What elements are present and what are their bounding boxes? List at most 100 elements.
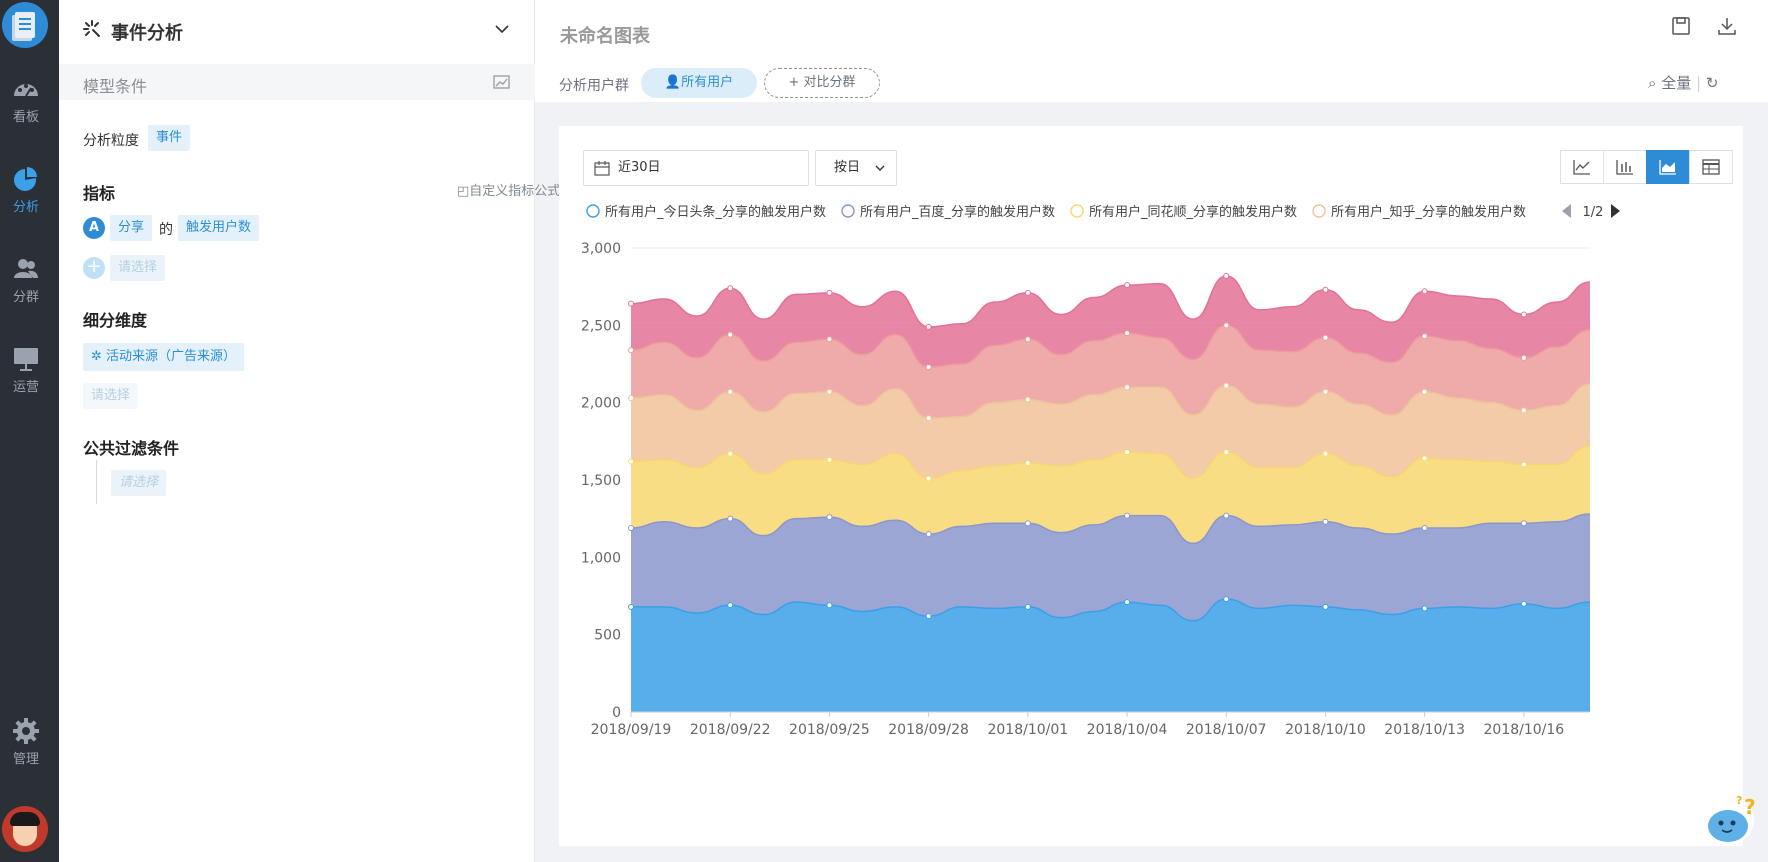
data-point[interactable] [1520, 520, 1527, 527]
nav-item-analysis[interactable]: 分析 [0, 166, 52, 215]
chevron-down-icon[interactable] [493, 20, 511, 38]
filter-select-placeholder[interactable]: 请选择 [111, 470, 167, 496]
data-point[interactable] [1322, 450, 1329, 457]
data-point[interactable] [826, 514, 833, 521]
data-point[interactable] [727, 602, 734, 609]
image-export-icon[interactable] [493, 74, 511, 90]
data-point[interactable] [1024, 459, 1031, 466]
data-point[interactable] [826, 602, 833, 609]
data-point[interactable] [1223, 272, 1230, 279]
compare-segment-button[interactable]: + 对比分群 [764, 68, 880, 98]
refresh-icon[interactable]: ↻ [1706, 74, 1719, 92]
dimension-select-placeholder[interactable]: 请选择 [83, 383, 139, 409]
data-point[interactable] [1124, 599, 1131, 606]
app-logo[interactable] [2, 2, 48, 48]
data-point[interactable] [727, 285, 734, 292]
nav-item-dashboard[interactable]: 看板 [0, 76, 52, 125]
data-point[interactable] [826, 336, 833, 343]
data-point[interactable] [1520, 600, 1527, 607]
data-point[interactable] [1223, 449, 1230, 456]
add-metric-icon[interactable]: + [83, 257, 105, 279]
legend-item[interactable]: 所有用户_知乎_分享的触发用户数 [1312, 204, 1526, 220]
data-point[interactable] [1024, 289, 1031, 296]
data-point[interactable] [1223, 512, 1230, 519]
legend-prev-icon[interactable] [1562, 204, 1571, 218]
data-point[interactable] [1322, 388, 1329, 395]
data-point[interactable] [628, 300, 634, 307]
data-point[interactable] [1024, 520, 1031, 527]
data-point[interactable] [727, 388, 734, 395]
data-point[interactable] [1223, 322, 1230, 329]
stacked-area-chart[interactable]: 0 500 1,000 1,500 2,000 2,500 3,000 2018/09/19 2… [559, 126, 1743, 846]
x-tick-label: 2018/10/13 [1384, 722, 1465, 738]
data-point[interactable] [628, 524, 634, 531]
data-point[interactable] [925, 613, 932, 620]
data-point[interactable] [1520, 311, 1527, 318]
data-point[interactable] [628, 395, 634, 402]
legend-item[interactable]: 所有用户_同花顺_分享的触发用户数 [1070, 204, 1297, 220]
legend-label: 所有用户_百度_分享的触发用户数 [860, 204, 1055, 220]
data-point[interactable] [925, 415, 932, 422]
data-point[interactable] [925, 475, 932, 482]
data-point[interactable] [628, 347, 634, 354]
data-point[interactable] [925, 531, 932, 538]
dimension-tag[interactable]: ✲ 活动来源（广告来源） [83, 343, 245, 371]
nav-item-admin[interactable]: 管理 [0, 718, 52, 767]
segment-label: 分析用户群 [559, 78, 629, 94]
granularity-tag[interactable]: 事件 [148, 125, 191, 151]
data-point[interactable] [1421, 455, 1428, 462]
data-point[interactable] [1124, 330, 1131, 337]
data-point[interactable] [1322, 286, 1329, 293]
chart-title[interactable]: 未命名图表 [560, 22, 650, 48]
user-avatar[interactable] [2, 806, 48, 852]
gear-icon [13, 718, 39, 744]
data-point[interactable] [1322, 603, 1329, 610]
data-point[interactable] [925, 364, 932, 371]
data-point[interactable] [925, 323, 932, 330]
data-point[interactable] [1520, 461, 1527, 468]
data-point[interactable] [727, 331, 734, 338]
data-point[interactable] [1322, 334, 1329, 341]
data-point[interactable] [727, 515, 734, 522]
legend-label: 所有用户_知乎_分享的触发用户数 [1331, 204, 1526, 220]
segment-all-users[interactable]: 👤所有用户 [641, 68, 757, 98]
data-point[interactable] [1124, 512, 1131, 519]
nav-label: 运营 [12, 380, 39, 395]
data-point[interactable] [1024, 603, 1031, 610]
data-point[interactable] [727, 450, 734, 457]
metric-select-placeholder[interactable]: 请选择 [110, 255, 166, 281]
legend-next-icon[interactable] [1611, 204, 1620, 218]
data-point[interactable] [1421, 524, 1428, 531]
data-point[interactable] [1124, 282, 1131, 289]
data-point[interactable] [826, 289, 833, 296]
data-point[interactable] [628, 603, 634, 610]
nav-item-segments[interactable]: 分群 [0, 256, 52, 305]
data-point[interactable] [1124, 384, 1131, 391]
data-point[interactable] [628, 458, 634, 465]
legend-item[interactable]: 所有用户_百度_分享的触发用户数 [841, 204, 1055, 220]
sampling-control[interactable]: ⌕ 全量 | ↻ [1648, 72, 1718, 93]
data-point[interactable] [1223, 596, 1230, 603]
data-point[interactable] [1520, 354, 1527, 361]
metric-event-tag[interactable]: 分享 [110, 215, 153, 241]
data-point[interactable] [1421, 605, 1428, 612]
data-point[interactable] [1124, 449, 1131, 456]
data-point[interactable] [1421, 288, 1428, 295]
nav-item-operations[interactable]: 运营 [0, 346, 52, 395]
x-tick-label: 2018/10/07 [1186, 722, 1267, 738]
data-point[interactable] [1421, 388, 1428, 395]
metric-measure-tag[interactable]: 触发用户数 [178, 215, 260, 241]
legend-item[interactable]: 所有用户_今日头条_分享的触发用户数 [586, 204, 826, 220]
data-point[interactable] [1520, 407, 1527, 414]
data-point[interactable] [1024, 336, 1031, 343]
data-point[interactable] [1421, 333, 1428, 340]
data-point[interactable] [1223, 382, 1230, 389]
series-area[interactable] [631, 599, 1590, 712]
data-point[interactable] [1322, 518, 1329, 525]
help-assistant-icon[interactable]: ? ? [1700, 788, 1760, 848]
download-icon[interactable] [1717, 16, 1737, 36]
data-point[interactable] [1024, 396, 1031, 403]
data-point[interactable] [826, 388, 833, 395]
save-icon[interactable] [1671, 16, 1691, 36]
data-point[interactable] [826, 456, 833, 463]
